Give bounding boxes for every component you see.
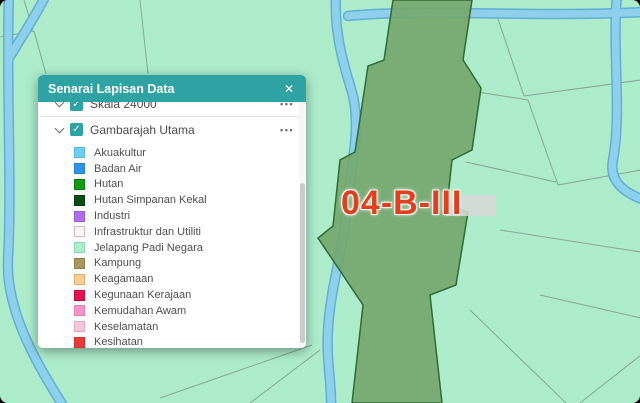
panel-scrollbar[interactable] xyxy=(299,102,306,348)
legend-swatch xyxy=(74,179,85,190)
layer-list-panel: Senarai Lapisan Data ✕ ✓ Skala 24000 •••… xyxy=(38,75,306,348)
legend-swatch xyxy=(74,195,85,206)
legend-list: Akuakultur Badan Air Hutan Hutan Simpanan K… xyxy=(38,142,306,348)
legend-label: Infrastruktur dan Utiliti xyxy=(94,226,201,238)
legend-swatch xyxy=(74,163,85,174)
legend-item: Kesihatan xyxy=(74,335,306,348)
panel-header[interactable]: Senarai Lapisan Data ✕ xyxy=(38,75,306,102)
layer-row-gambarajah-utama[interactable]: ✓ Gambarajah Utama ••• xyxy=(38,117,306,142)
legend-swatch xyxy=(74,290,85,301)
app-window: 04-B-III Senarai Lapisan Data ✕ ✓ Skala … xyxy=(0,0,640,403)
panel-body: ✓ Skala 24000 ••• ✓ Gambarajah Utama •••… xyxy=(38,102,306,348)
layer-label[interactable]: Skala 24000 xyxy=(90,102,273,111)
legend-item: Keagamaan xyxy=(74,271,306,287)
legend-swatch xyxy=(74,258,85,269)
legend-item: Infrastruktur dan Utiliti xyxy=(74,224,306,240)
legend-label: Jelapang Padi Negara xyxy=(94,242,203,254)
legend-label: Kegunaan Kerajaan xyxy=(94,289,191,301)
legend-label: Akuakultur xyxy=(94,147,146,159)
chevron-down-icon[interactable] xyxy=(55,123,65,133)
layer-row-scale[interactable]: ✓ Skala 24000 ••• xyxy=(38,102,306,117)
zone-label: 04-B-III xyxy=(341,184,462,223)
legend-item: Akuakultur xyxy=(74,145,306,161)
legend-label: Keagamaan xyxy=(94,273,153,285)
legend-item: Industri xyxy=(74,208,306,224)
legend-label: Badan Air xyxy=(94,163,142,175)
legend-item: Kegunaan Kerajaan xyxy=(74,287,306,303)
legend-swatch xyxy=(74,305,85,316)
legend-item: Hutan Simpanan Kekal xyxy=(74,192,306,208)
legend-label: Kesihatan xyxy=(94,336,143,348)
legend-item: Jelapang Padi Negara xyxy=(74,240,306,256)
legend-swatch xyxy=(74,147,85,158)
panel-title: Senarai Lapisan Data xyxy=(48,82,282,96)
chevron-down-icon[interactable] xyxy=(55,102,65,107)
layer-menu-icon[interactable]: ••• xyxy=(280,102,294,109)
legend-swatch xyxy=(74,321,85,332)
layer-label[interactable]: Gambarajah Utama xyxy=(90,123,273,137)
layer-checkbox[interactable]: ✓ xyxy=(70,123,83,136)
layer-menu-icon[interactable]: ••• xyxy=(280,125,294,135)
legend-swatch xyxy=(74,226,85,237)
close-icon[interactable]: ✕ xyxy=(282,81,296,97)
legend-item: Kemudahan Awam xyxy=(74,303,306,319)
legend-swatch xyxy=(74,242,85,253)
legend-item: Kampung xyxy=(74,256,306,272)
scrollbar-thumb[interactable] xyxy=(300,183,305,343)
legend-label: Keselamatan xyxy=(94,321,158,333)
legend-label: Hutan xyxy=(94,178,123,190)
legend-item: Hutan xyxy=(74,177,306,193)
legend-label: Industri xyxy=(94,210,130,222)
layer-checkbox[interactable]: ✓ xyxy=(70,102,83,111)
legend-item: Keselamatan xyxy=(74,319,306,335)
legend-swatch xyxy=(74,274,85,285)
legend-label: Kampung xyxy=(94,257,141,269)
legend-label: Hutan Simpanan Kekal xyxy=(94,194,207,206)
legend-swatch xyxy=(74,337,85,348)
legend-swatch xyxy=(74,211,85,222)
legend-item: Badan Air xyxy=(74,161,306,177)
legend-label: Kemudahan Awam xyxy=(94,305,186,317)
